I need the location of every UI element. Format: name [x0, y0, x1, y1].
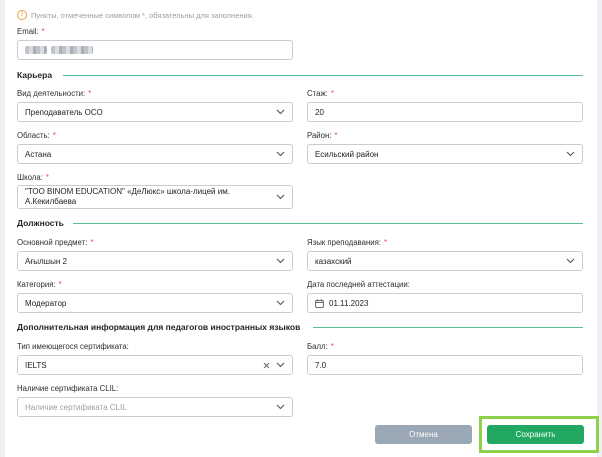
required-mark: * [45, 173, 49, 182]
section-divider [313, 327, 583, 328]
region-label: Область: * [17, 131, 56, 140]
chevron-down-icon[interactable] [275, 360, 285, 370]
district-label-text: Район: [307, 131, 332, 140]
email-redacted [51, 46, 93, 54]
section-position-title: Должность [17, 218, 64, 228]
region-select[interactable]: Астана [17, 144, 293, 164]
district-label: Район: * [307, 131, 338, 140]
category-select[interactable]: Модератор [17, 293, 293, 313]
required-mark: * [90, 238, 94, 247]
chevron-down-icon[interactable] [275, 107, 285, 117]
school-value-line1: "ТОО BINOM EDUCATION" «ДеЛюкс» школа-лиц… [25, 187, 230, 196]
language-value: казахский [315, 256, 352, 266]
cert-type-select[interactable]: IELTS [17, 355, 293, 375]
school-label-text: Школа: [17, 173, 43, 182]
clil-select[interactable]: Наличие сертификата CLIL [17, 397, 293, 417]
experience-label: Стаж: * [307, 89, 334, 98]
clil-label-text: Наличие сертификата CLIL: [17, 384, 119, 393]
chevron-down-icon[interactable] [565, 149, 575, 159]
subject-label: Основной предмет: * [17, 238, 93, 247]
school-label: Школа: * [17, 173, 49, 182]
chevron-down-icon[interactable] [275, 298, 285, 308]
cert-type-label-text: Тип имеющегося сертификата: [17, 342, 129, 351]
profile-form: ! Пункты, отмеченные символом *, обязате… [5, 0, 599, 457]
category-label-text: Категория: [17, 280, 56, 289]
region-label-text: Область: [17, 131, 50, 140]
chevron-down-icon[interactable] [275, 256, 285, 266]
required-notice-text: Пункты, отмеченные символом *, обязатель… [31, 10, 254, 20]
score-label: Балл: * [307, 342, 334, 351]
clil-label: Наличие сертификата CLIL: [17, 384, 118, 393]
section-divider [63, 75, 583, 76]
section-divider [73, 223, 583, 224]
section-foreign-title: Дополнительная информация для педагогов … [17, 322, 300, 332]
chevron-down-icon[interactable] [275, 402, 285, 412]
required-mark: * [334, 131, 338, 140]
chevron-down-icon[interactable] [275, 192, 285, 202]
category-value: Модератор [25, 298, 67, 308]
activity-select[interactable]: Преподаватель ОСО [17, 102, 293, 122]
language-select[interactable]: казахский [307, 251, 583, 271]
section-foreign-text: Дополнительная информация для педагогов … [17, 322, 301, 332]
section-position-text: Должность [17, 218, 64, 228]
required-mark: * [384, 238, 388, 247]
email-label-text: Email: [17, 27, 39, 36]
experience-value: 20 [315, 107, 324, 117]
language-label: Язык преподавания: * [307, 238, 387, 247]
chevron-down-icon[interactable] [565, 256, 575, 266]
required-mark: * [58, 280, 62, 289]
activity-value: Преподаватель ОСО [25, 107, 103, 117]
info-icon: ! [17, 10, 27, 20]
section-career-title: Карьера [17, 70, 52, 80]
attestation-value: 01.11.2023 [329, 298, 369, 308]
region-value: Астана [25, 149, 52, 159]
clear-icon[interactable] [261, 360, 271, 370]
email-redacted [25, 46, 47, 54]
subject-value: Ағылшын 2 [25, 256, 67, 266]
required-mark: * [41, 27, 45, 36]
required-mark: * [88, 89, 92, 98]
required-mark: * [52, 131, 56, 140]
calendar-icon[interactable] [315, 298, 324, 308]
section-career-text: Карьера [17, 70, 53, 80]
school-select[interactable]: "ТОО BINOM EDUCATION" «ДеЛюкс» школа-лиц… [17, 185, 293, 209]
attestation-label-text: Дата последней аттестации: [307, 280, 410, 289]
district-value: Есильский район [315, 149, 379, 159]
required-notice: ! Пункты, отмеченные символом *, обязате… [17, 10, 254, 20]
language-label-text: Язык преподавания: [307, 238, 381, 247]
clil-placeholder: Наличие сертификата CLIL [25, 402, 127, 412]
cancel-button[interactable]: Отмена [375, 425, 472, 444]
experience-label-text: Стаж: [307, 89, 328, 98]
save-button-label: Сохранить [515, 430, 556, 439]
cert-type-label: Тип имеющегося сертификата: [17, 342, 129, 351]
attestation-date-input[interactable]: 01.11.2023 [307, 293, 583, 313]
district-select[interactable]: Есильский район [307, 144, 583, 164]
school-value: "ТОО BINOM EDUCATION" «ДеЛюкс» школа-лиц… [25, 187, 275, 207]
subject-label-text: Основной предмет: [17, 238, 88, 247]
cert-type-value: IELTS [25, 360, 47, 370]
cancel-button-label: Отмена [409, 430, 438, 439]
required-mark: * [330, 89, 334, 98]
activity-label-text: Вид деятельности: [17, 89, 86, 98]
attestation-label: Дата последней аттестации: [307, 280, 410, 289]
email-label: Email: * [17, 27, 45, 36]
score-value: 7.0 [315, 360, 327, 370]
score-label-text: Балл: [307, 342, 328, 351]
activity-label: Вид деятельности: * [17, 89, 91, 98]
score-input[interactable]: 7.0 [307, 355, 583, 375]
experience-input[interactable]: 20 [307, 102, 583, 122]
category-label: Категория: * [17, 280, 62, 289]
subject-select[interactable]: Ағылшын 2 [17, 251, 293, 271]
chevron-down-icon[interactable] [275, 149, 285, 159]
school-value-line2: А.Кекилбаева [25, 197, 77, 206]
email-field[interactable] [17, 40, 293, 60]
save-button[interactable]: Сохранить [487, 425, 584, 444]
required-mark: * [330, 342, 334, 351]
